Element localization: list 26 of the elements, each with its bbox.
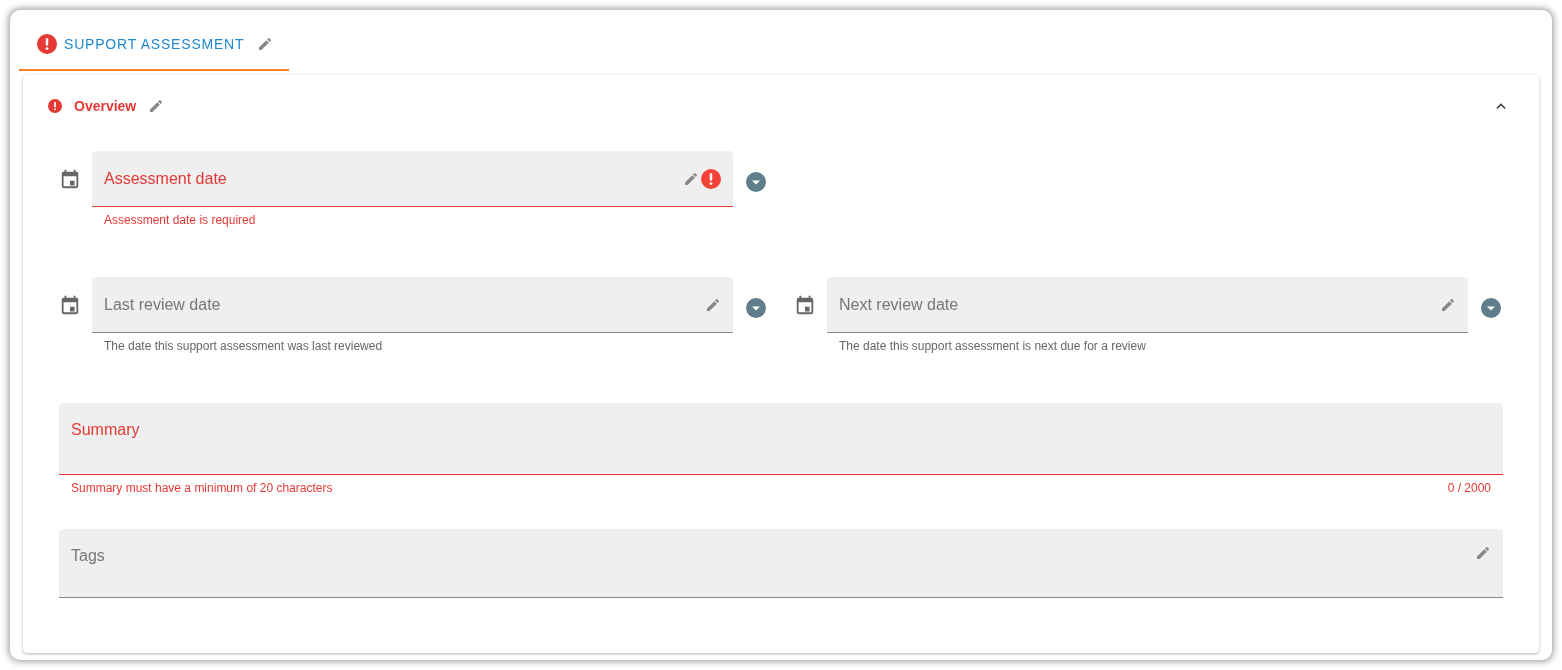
- error-message: Summary must have a minimum of 20 characters: [70, 480, 334, 497]
- summary-field[interactable]: Summary: [59, 403, 1503, 475]
- pencil-icon: [1440, 296, 1456, 313]
- dropdown-icon[interactable]: [746, 298, 766, 318]
- date-field[interactable]: Assessment date: [92, 151, 733, 207]
- date-field[interactable]: Last review date: [92, 277, 733, 333]
- dropdown-icon[interactable]: [1481, 298, 1501, 318]
- character-counter: 0 / 2000: [1446, 480, 1492, 497]
- calendar-icon[interactable]: [59, 168, 81, 190]
- dropdown-icon[interactable]: [746, 172, 766, 192]
- date-field[interactable]: Next review date: [827, 277, 1468, 333]
- pencil-icon: [683, 170, 699, 187]
- helper-text: The date this support assessment is next due for a review: [838, 338, 1147, 353]
- section-title: Overview: [74, 98, 137, 114]
- calendar-icon[interactable]: [59, 294, 81, 316]
- error-icon: [701, 168, 721, 189]
- error-icon: [37, 33, 57, 54]
- pencil-icon: [1475, 545, 1491, 561]
- pencil-icon: [257, 35, 274, 52]
- support-assessment-tab[interactable]: SUPPORT ASSESSMENT: [19, 18, 290, 71]
- tags-field[interactable]: Tags: [59, 529, 1503, 598]
- pencil-icon: [148, 98, 165, 114]
- helper-text: The date this support assessment was last reviewed: [103, 338, 384, 353]
- calendar-icon[interactable]: [794, 294, 816, 316]
- pencil-icon: [705, 296, 721, 313]
- error-message: Assessment date is required: [103, 212, 257, 227]
